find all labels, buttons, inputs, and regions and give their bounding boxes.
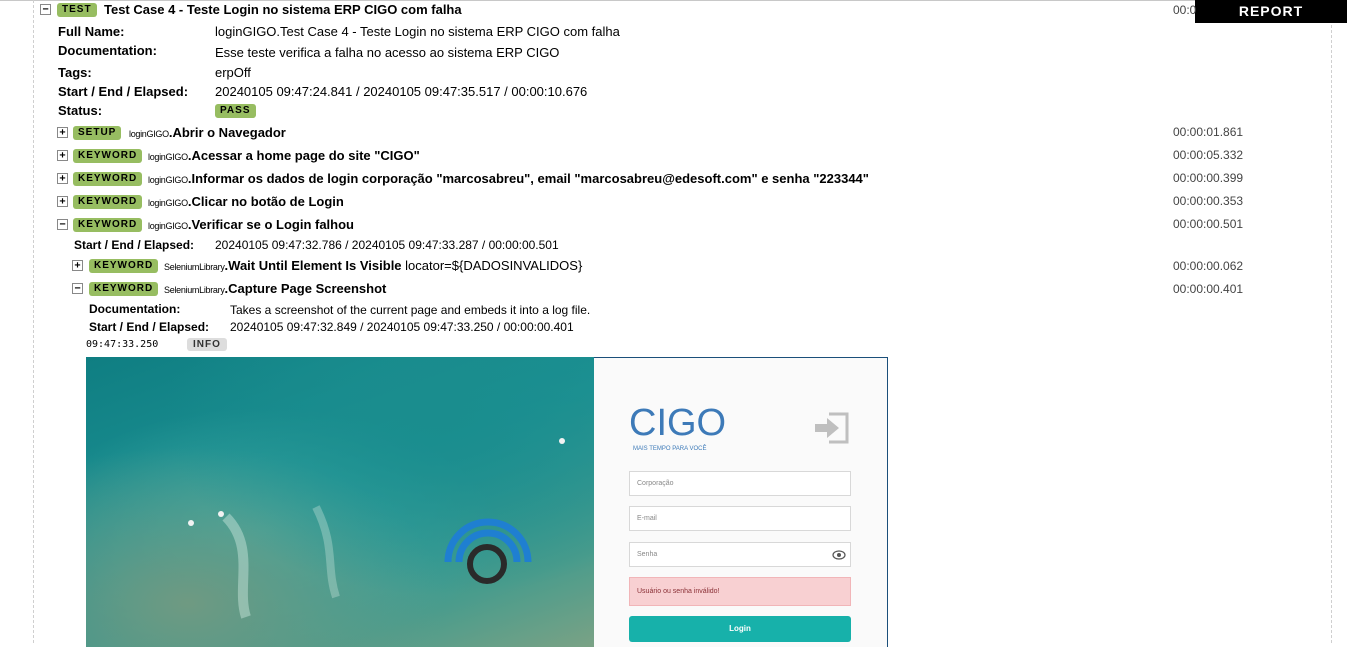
full-name-value: loginGIGO.Test Case 4 - Teste Login no s… <box>215 24 620 39</box>
log-timestamp: 09:47:33.250 <box>86 339 159 350</box>
cigo-logo: CIGO MAIS TEMPO PARA VOCÊ <box>629 402 726 452</box>
keyword-name[interactable]: Acessar a home page do site "CIGO" <box>191 148 419 163</box>
log-level-badge: INFO <box>187 338 227 351</box>
expand-toggle[interactable]: + <box>72 260 83 271</box>
documentation-value: Esse teste verifica a falha no acesso ao… <box>215 45 560 60</box>
keyword-badge: KEYWORD <box>73 218 143 232</box>
login-button[interactable]: Login <box>629 616 851 642</box>
keyword-badge: KEYWORD <box>73 149 143 163</box>
surfers-illustration <box>188 438 565 619</box>
tags-label: Tags: <box>58 65 92 80</box>
capture-times-value: 20240105 09:47:32.849 / 20240105 09:47:3… <box>230 320 574 334</box>
keyword-library: SeleniumLibrary <box>164 262 225 272</box>
keyword-name[interactable]: Clicar no botão de Login <box>191 194 343 209</box>
keyword-elapsed: 00:00:01.861 <box>1173 125 1244 139</box>
keyword-library: SeleniumLibrary <box>164 285 225 295</box>
background-photo <box>86 357 594 647</box>
test-badge: TEST <box>57 3 97 17</box>
keyword-elapsed: 00:00:00.399 <box>1173 171 1244 185</box>
full-name-label: Full Name: <box>58 24 125 39</box>
keyword-elapsed: 00:00:00.501 <box>1173 217 1244 231</box>
embedded-screenshot[interactable]: CIGO MAIS TEMPO PARA VOCÊ Corporação E-m… <box>86 357 888 647</box>
keyword-library: loginGIGO <box>148 198 188 208</box>
times-label: Start / End / Elapsed: <box>58 84 189 99</box>
times-value: 20240105 09:47:24.841 / 20240105 09:47:3… <box>215 84 588 99</box>
email-input[interactable]: E-mail <box>629 506 851 531</box>
tags-value: erpOff <box>215 65 251 80</box>
keyword-name[interactable]: Informar os dados de login corporação "m… <box>191 171 869 186</box>
keyword-library: loginGIGO <box>129 129 169 139</box>
tree-guide-left <box>33 0 34 643</box>
keyword-name[interactable]: Wait Until Element Is Visible <box>228 258 401 273</box>
status-badge: PASS <box>215 104 256 118</box>
error-alert: Usuário ou senha inválido! <box>629 577 851 606</box>
sign-in-icon <box>815 412 849 444</box>
keyword-library: loginGIGO <box>148 221 188 231</box>
keyword-name[interactable]: Verificar se o Login falhou <box>191 217 354 232</box>
keyword-library: loginGIGO <box>148 152 188 162</box>
expand-toggle[interactable]: + <box>57 173 68 184</box>
login-panel: CIGO MAIS TEMPO PARA VOCÊ Corporação E-m… <box>594 357 888 647</box>
logo-text: CIGO <box>629 402 726 444</box>
senha-input[interactable]: Senha <box>629 542 851 567</box>
show-password-icon[interactable] <box>832 549 846 561</box>
keyword-badge: SETUP <box>73 126 122 140</box>
capture-doc-label: Documentation: <box>89 302 181 316</box>
keyword-badge: KEYWORD <box>89 259 159 273</box>
keyword-elapsed: 00:00:00.401 <box>1173 282 1244 296</box>
tree-guide-right <box>1331 0 1332 643</box>
capture-doc-value: Takes a screenshot of the current page a… <box>230 303 591 317</box>
keyword-elapsed: 00:00:00.062 <box>1173 259 1244 273</box>
test-elapsed: 00:0 <box>1173 3 1197 17</box>
test-collapse-toggle[interactable]: − <box>40 4 51 15</box>
documentation-label: Documentation: <box>58 43 157 58</box>
keyword-name[interactable]: Abrir o Navegador <box>172 125 285 140</box>
keyword-name[interactable]: Capture Page Screenshot <box>228 281 386 296</box>
keyword-elapsed: 00:00:05.332 <box>1173 148 1244 162</box>
collapse-toggle[interactable]: − <box>57 219 68 230</box>
test-title[interactable]: Test Case 4 - Teste Login no sistema ERP… <box>104 2 462 17</box>
report-button[interactable]: REPORT <box>1195 0 1347 23</box>
expand-toggle[interactable]: + <box>57 127 68 138</box>
verify-times-label: Start / End / Elapsed: <box>74 238 195 252</box>
keyword-elapsed: 00:00:00.353 <box>1173 194 1244 208</box>
status-label: Status: <box>58 103 103 118</box>
top-border <box>0 0 1347 1</box>
collapse-toggle[interactable]: − <box>72 283 83 294</box>
keyword-library: loginGIGO <box>148 175 188 185</box>
logo-tagline: MAIS TEMPO PARA VOCÊ <box>633 444 706 452</box>
keyword-badge: KEYWORD <box>73 195 143 209</box>
expand-toggle[interactable]: + <box>57 150 68 161</box>
keyword-args: locator=${DADOSINVALIDOS} <box>405 258 583 273</box>
corporacao-input[interactable]: Corporação <box>629 471 851 496</box>
capture-times-label: Start / End / Elapsed: <box>89 320 210 334</box>
keyword-badge: KEYWORD <box>73 172 143 186</box>
keyword-badge: KEYWORD <box>89 282 159 296</box>
verify-times-value: 20240105 09:47:32.786 / 20240105 09:47:3… <box>215 238 559 252</box>
expand-toggle[interactable]: + <box>57 196 68 207</box>
senha-placeholder: Senha <box>637 551 658 558</box>
